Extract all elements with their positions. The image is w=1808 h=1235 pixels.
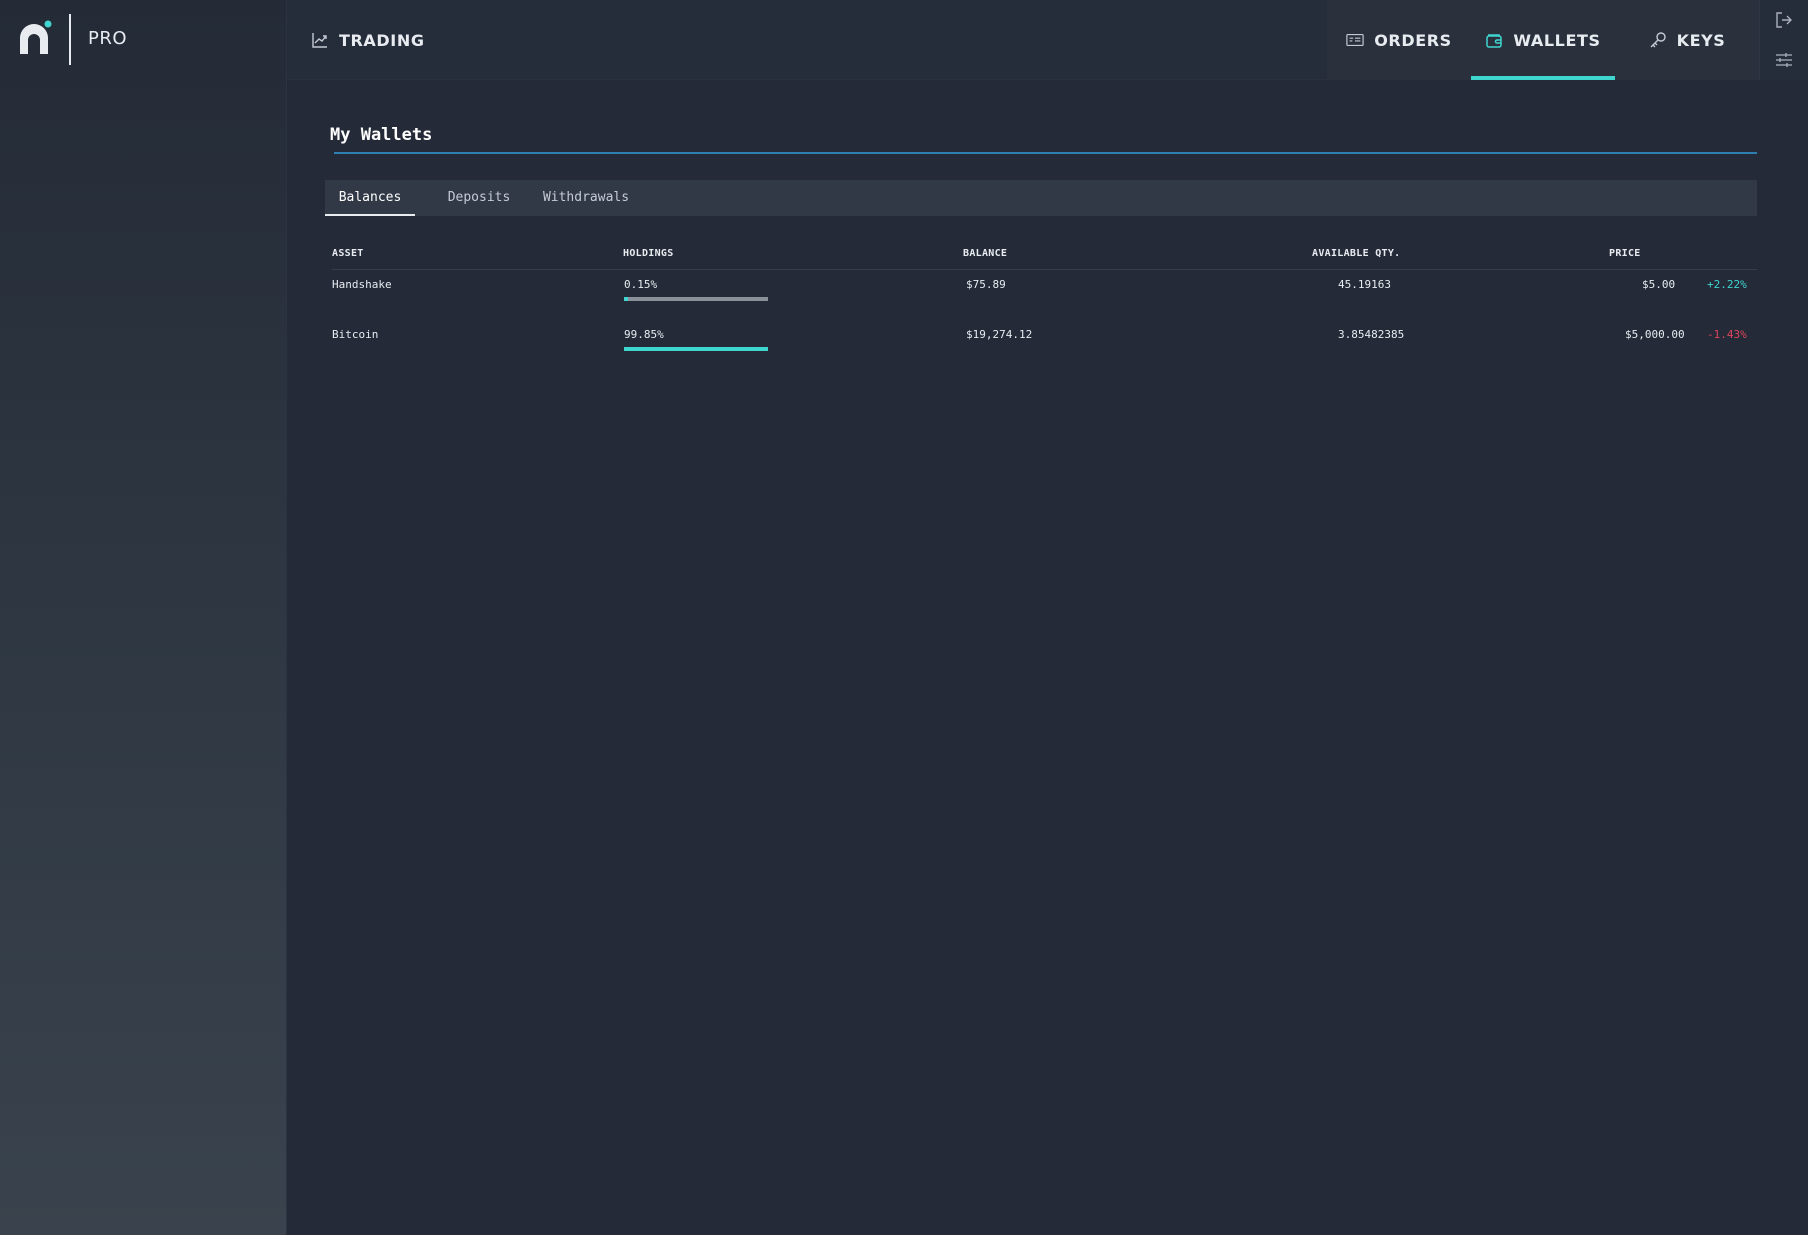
key-icon xyxy=(1650,32,1666,48)
column-header-balance[interactable]: BALANCE xyxy=(963,248,1007,259)
table-header: ASSET HOLDINGS BALANCE AVAILABLE QTY. PR… xyxy=(332,240,1757,270)
column-header-price[interactable]: PRICE xyxy=(1609,248,1641,259)
column-header-holdings[interactable]: HOLDINGS xyxy=(623,248,674,259)
column-header-asset[interactable]: ASSET xyxy=(332,248,364,259)
tab-withdrawals[interactable]: Withdrawals xyxy=(531,180,641,216)
available-qty: 3.85482385 xyxy=(1338,328,1405,341)
holdings-bar xyxy=(624,297,768,301)
price-change: -1.43% xyxy=(1707,328,1747,341)
holdings-bar xyxy=(624,347,768,351)
nav-keys-label: KEYS xyxy=(1676,30,1726,50)
nav-wallets-label: WALLETS xyxy=(1513,30,1601,50)
holdings-percent: 99.85% xyxy=(624,328,664,341)
available-qty: 45.19163 xyxy=(1338,278,1391,291)
sliders-icon[interactable] xyxy=(1774,50,1794,70)
price-change: +2.22% xyxy=(1707,278,1747,291)
main-content: My Wallets Balances Deposits Withdrawals… xyxy=(287,80,1808,1235)
logout-icon[interactable] xyxy=(1774,10,1794,30)
price-value: $5,000.00 xyxy=(1625,328,1685,341)
ticket-icon xyxy=(1346,34,1364,46)
logo-icon xyxy=(20,20,52,54)
asset-name: Bitcoin xyxy=(332,328,379,341)
page-title: My Wallets xyxy=(330,125,433,145)
table-row[interactable]: Bitcoin 99.85% $19,274.12 3.85482385 $5,… xyxy=(332,320,1757,370)
wallet-icon xyxy=(1486,34,1503,48)
sidebar: PRO xyxy=(0,0,287,1235)
nav-keys[interactable]: KEYS xyxy=(1615,0,1759,80)
app-root: PRO TRADING ORDERS WALLETS KEYS My Walle… xyxy=(0,0,1808,1235)
tab-balances[interactable]: Balances xyxy=(325,180,415,216)
tab-deposits[interactable]: Deposits xyxy=(437,180,521,216)
window-controls xyxy=(1759,0,1808,80)
brand-divider xyxy=(69,14,71,65)
balance-value: $75.89 xyxy=(966,278,1006,291)
holdings-bar-fill xyxy=(624,297,628,301)
holdings-bar-fill xyxy=(624,347,768,351)
nav-orders[interactable]: ORDERS xyxy=(1327,0,1471,80)
balance-value: $19,274.12 xyxy=(966,328,1033,341)
holdings-percent: 0.15% xyxy=(624,278,658,291)
nav-trading-label: TRADING xyxy=(339,30,425,50)
chart-line-icon xyxy=(312,33,327,48)
balances-table: ASSET HOLDINGS BALANCE AVAILABLE QTY. PR… xyxy=(332,240,1757,370)
top-nav: TRADING ORDERS WALLETS KEYS xyxy=(287,0,1808,80)
table-row[interactable]: Handshake 0.15% $75.89 45.19163 $5.00 +2… xyxy=(332,270,1757,320)
nav-wallets[interactable]: WALLETS xyxy=(1471,0,1615,80)
asset-name: Handshake xyxy=(332,278,392,291)
title-underline xyxy=(334,152,1757,154)
column-header-available[interactable]: AVAILABLE QTY. xyxy=(1312,248,1401,259)
price-value: $5.00 xyxy=(1642,278,1676,291)
nav-orders-label: ORDERS xyxy=(1374,30,1452,50)
brand[interactable]: PRO xyxy=(0,0,287,80)
nav-trading[interactable]: TRADING xyxy=(311,0,425,80)
wallet-tabs: Balances Deposits Withdrawals xyxy=(325,180,1757,216)
brand-name: PRO xyxy=(88,28,128,49)
